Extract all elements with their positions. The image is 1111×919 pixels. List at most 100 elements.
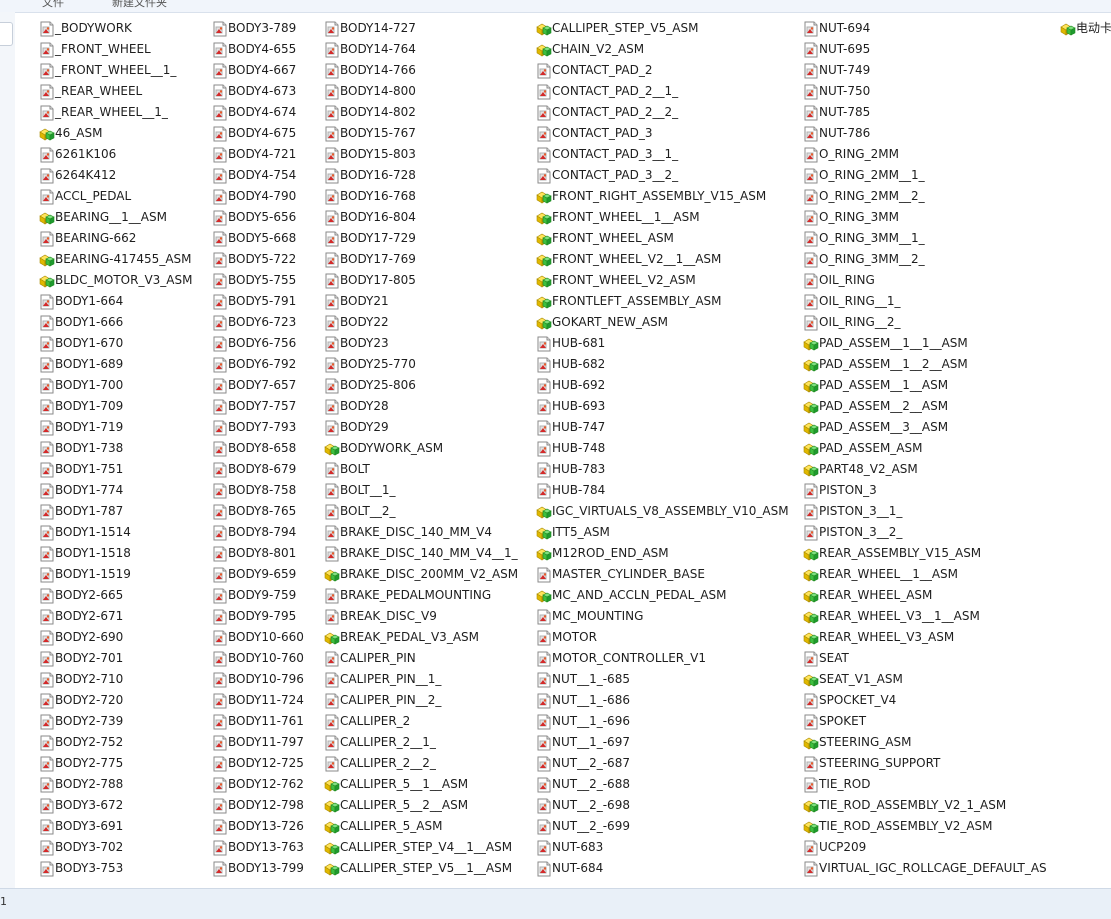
file-item[interactable]: BODY23 xyxy=(321,333,518,354)
file-item[interactable]: STEERING_ASM xyxy=(800,732,1047,753)
file-item[interactable]: BODY7-793 xyxy=(209,417,304,438)
file-item[interactable]: BODY29 xyxy=(321,417,518,438)
file-item[interactable]: SPOKET xyxy=(800,711,1047,732)
file-item[interactable]: PAD_ASSEM__2__ASM xyxy=(800,396,1047,417)
file-item[interactable]: BODY11-797 xyxy=(209,732,304,753)
file-item[interactable]: BODY16-804 xyxy=(321,207,518,228)
file-item[interactable]: BODY17-805 xyxy=(321,270,518,291)
file-item[interactable]: MC_MOUNTING xyxy=(533,606,789,627)
file-item[interactable]: BODY1-1514 xyxy=(36,522,192,543)
file-item[interactable]: BODY8-801 xyxy=(209,543,304,564)
file-item[interactable]: BODY8-758 xyxy=(209,480,304,501)
file-item[interactable]: BODY15-803 xyxy=(321,144,518,165)
file-item[interactable]: BODY12-798 xyxy=(209,795,304,816)
file-item[interactable]: O_RING_3MM__1_ xyxy=(800,228,1047,249)
file-item[interactable]: HUB-682 xyxy=(533,354,789,375)
file-item[interactable]: CALIPER_PIN xyxy=(321,648,518,669)
file-item[interactable]: NUT__2_-699 xyxy=(533,816,789,837)
file-item[interactable]: BODY12-725 xyxy=(209,753,304,774)
file-item[interactable]: BODY16-728 xyxy=(321,165,518,186)
file-item[interactable]: UCP209 xyxy=(800,837,1047,858)
file-item[interactable]: CALIPER_PIN__2_ xyxy=(321,690,518,711)
file-item[interactable]: BODY13-726 xyxy=(209,816,304,837)
file-item[interactable]: CONTACT_PAD_3__2_ xyxy=(533,165,789,186)
file-item[interactable]: CALLIPER_STEP_V4__1__ASM xyxy=(321,837,518,858)
file-item[interactable]: _FRONT_WHEEL__1_ xyxy=(36,60,192,81)
file-item[interactable]: SEAT_V1_ASM xyxy=(800,669,1047,690)
file-item[interactable]: BODY2-710 xyxy=(36,669,192,690)
file-item[interactable]: PISTON_3__2_ xyxy=(800,522,1047,543)
file-item[interactable]: 电动卡 xyxy=(1057,18,1111,39)
file-item[interactable]: BRAKE_PEDALMOUNTING xyxy=(321,585,518,606)
file-item[interactable]: BODY8-794 xyxy=(209,522,304,543)
file-item[interactable]: CONTACT_PAD_3__1_ xyxy=(533,144,789,165)
file-item[interactable]: CALIPER_PIN__1_ xyxy=(321,669,518,690)
file-item[interactable]: BODY1-774 xyxy=(36,480,192,501)
file-item[interactable]: BODY28 xyxy=(321,396,518,417)
file-item[interactable]: BODY3-753 xyxy=(36,858,192,879)
file-item[interactable]: BODY9-759 xyxy=(209,585,304,606)
file-item[interactable]: BODY2-665 xyxy=(36,585,192,606)
file-item[interactable]: BEARING__1__ASM xyxy=(36,207,192,228)
file-item[interactable]: BODY3-789 xyxy=(209,18,304,39)
file-item[interactable]: BODY7-657 xyxy=(209,375,304,396)
file-list-view[interactable]: _BODYWORK _FRONT_WHEEL _FRONT_WHEEL__1_ _RE… xyxy=(15,12,1111,888)
file-item[interactable]: BODY4-721 xyxy=(209,144,304,165)
file-item[interactable]: BEARING-417455_ASM xyxy=(36,249,192,270)
file-item[interactable]: BODY1-664 xyxy=(36,291,192,312)
file-item[interactable]: NUT-694 xyxy=(800,18,1047,39)
file-item[interactable]: FRONT_WHEEL__1__ASM xyxy=(533,207,789,228)
file-item[interactable]: CONTACT_PAD_2__1_ xyxy=(533,81,789,102)
file-item[interactable]: MC_AND_ACCLN_PEDAL_ASM xyxy=(533,585,789,606)
file-item[interactable]: CALLIPER_2__2_ xyxy=(321,753,518,774)
file-item[interactable]: BODY2-775 xyxy=(36,753,192,774)
file-item[interactable]: BODY14-800 xyxy=(321,81,518,102)
file-item[interactable]: CALLIPER_2 xyxy=(321,711,518,732)
file-item[interactable]: SEAT xyxy=(800,648,1047,669)
file-item[interactable]: TIE_ROD_ASSEMBLY_V2_1_ASM xyxy=(800,795,1047,816)
file-item[interactable]: BODY3-672 xyxy=(36,795,192,816)
file-item[interactable]: BRAKE_DISC_140_MM_V4__1_ xyxy=(321,543,518,564)
file-item[interactable]: PAD_ASSEM__1__ASM xyxy=(800,375,1047,396)
file-item[interactable]: BODY2-671 xyxy=(36,606,192,627)
file-item[interactable]: BODY4-673 xyxy=(209,81,304,102)
file-item[interactable]: BRAKE_DISC_200MM_V2_ASM xyxy=(321,564,518,585)
file-item[interactable]: BODY5-656 xyxy=(209,207,304,228)
file-item[interactable]: BODY14-766 xyxy=(321,60,518,81)
file-item[interactable]: BODY6-756 xyxy=(209,333,304,354)
file-item[interactable]: BRAKE_DISC_140_MM_V4 xyxy=(321,522,518,543)
file-item[interactable]: BODY13-799 xyxy=(209,858,304,879)
file-item[interactable]: BODY4-667 xyxy=(209,60,304,81)
file-item[interactable]: CALLIPER_STEP_V5__1__ASM xyxy=(321,858,518,879)
file-item[interactable]: 46_ASM xyxy=(36,123,192,144)
file-item[interactable]: BEARING-662 xyxy=(36,228,192,249)
file-item[interactable]: HUB-748 xyxy=(533,438,789,459)
file-item[interactable]: BODY4-790 xyxy=(209,186,304,207)
file-item[interactable]: GOKART_NEW_ASM xyxy=(533,312,789,333)
file-item[interactable]: BODY5-722 xyxy=(209,249,304,270)
file-item[interactable]: STEERING_SUPPORT xyxy=(800,753,1047,774)
file-item[interactable]: HUB-784 xyxy=(533,480,789,501)
file-item[interactable]: BODY17-769 xyxy=(321,249,518,270)
file-item[interactable]: BODY1-719 xyxy=(36,417,192,438)
file-item[interactable]: REAR_WHEEL_ASM xyxy=(800,585,1047,606)
file-item[interactable]: BODY2-739 xyxy=(36,711,192,732)
file-item[interactable]: PART48_V2_ASM xyxy=(800,459,1047,480)
file-item[interactable]: VIRTUAL_IGC_ROLLCAGE_DEFAULT_AS xyxy=(800,858,1047,879)
file-item[interactable]: O_RING_2MM xyxy=(800,144,1047,165)
file-item[interactable]: HUB-681 xyxy=(533,333,789,354)
file-item[interactable]: REAR_WHEEL_V3_ASM xyxy=(800,627,1047,648)
file-item[interactable]: NUT__2_-688 xyxy=(533,774,789,795)
file-item[interactable]: BODY11-761 xyxy=(209,711,304,732)
file-item[interactable]: CALLIPER_5__1__ASM xyxy=(321,774,518,795)
file-item[interactable]: 6264K412 xyxy=(36,165,192,186)
file-item[interactable]: NUT-683 xyxy=(533,837,789,858)
file-item[interactable]: NUT__1_-696 xyxy=(533,711,789,732)
file-item[interactable]: BODY9-659 xyxy=(209,564,304,585)
file-item[interactable]: HUB-747 xyxy=(533,417,789,438)
file-item[interactable]: ACCL_PEDAL xyxy=(36,186,192,207)
file-item[interactable]: FRONT_RIGHT_ASSEMBLY_V15_ASM xyxy=(533,186,789,207)
file-item[interactable]: BOLT__1_ xyxy=(321,480,518,501)
file-item[interactable]: _FRONT_WHEEL xyxy=(36,39,192,60)
file-item[interactable]: BODY7-757 xyxy=(209,396,304,417)
